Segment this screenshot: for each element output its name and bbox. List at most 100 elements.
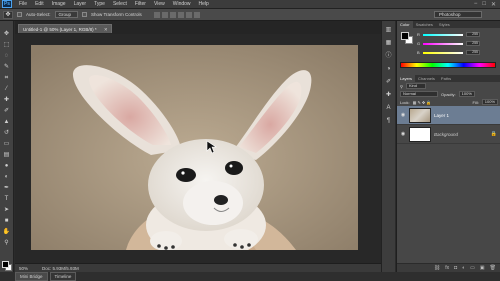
visibility-eye-icon[interactable]: ◉ bbox=[400, 112, 406, 118]
red-slider[interactable] bbox=[423, 33, 463, 36]
align-left-icon[interactable] bbox=[177, 11, 184, 18]
menu-view[interactable]: View bbox=[150, 1, 169, 7]
foreground-color-swatch[interactable] bbox=[2, 261, 9, 268]
layer-name[interactable]: Background bbox=[434, 132, 458, 137]
pen-icon[interactable]: ✒ bbox=[3, 185, 11, 192]
show-transform-checkbox[interactable] bbox=[82, 12, 88, 17]
tab-mini-bridge[interactable]: Mini Bridge bbox=[15, 272, 48, 281]
fill-label: Fill: bbox=[472, 99, 479, 105]
add-style-icon[interactable]: fx bbox=[445, 265, 449, 271]
color-panel-foreground-swatch[interactable] bbox=[401, 32, 409, 40]
menu-image[interactable]: Image bbox=[48, 1, 70, 7]
brush-panel-icon[interactable]: ✐ bbox=[385, 79, 393, 86]
marquee-icon[interactable]: ⬚ bbox=[3, 42, 11, 49]
align-center-icon[interactable] bbox=[185, 11, 192, 18]
character-panel-icon[interactable]: A bbox=[385, 105, 393, 112]
tab-paths[interactable]: Paths bbox=[438, 75, 454, 82]
layer-name[interactable]: Layer 1 bbox=[434, 113, 449, 118]
path-select-icon[interactable]: ➤ bbox=[3, 207, 11, 214]
layer-filter-kind[interactable]: Kind bbox=[405, 83, 426, 89]
opacity-label: Opacity: bbox=[441, 91, 456, 97]
blur-icon[interactable]: ● bbox=[3, 163, 11, 170]
menu-bar: Ps File Edit Image Layer Type Select Fil… bbox=[0, 0, 500, 9]
menu-layer[interactable]: Layer bbox=[70, 1, 91, 7]
document-size[interactable]: Doc: 5.93M/5.93M bbox=[42, 266, 79, 271]
adjustments-panel-icon[interactable]: ◑ bbox=[385, 66, 393, 73]
eyedropper-icon[interactable]: ⁄ bbox=[3, 86, 11, 93]
eraser-icon[interactable]: ▭ bbox=[3, 141, 11, 148]
auto-select-dropdown[interactable]: Group bbox=[54, 11, 79, 18]
auto-select-checkbox[interactable] bbox=[17, 12, 22, 17]
lock-icons[interactable]: ▦ ✎ ✥ 🔒 bbox=[413, 100, 432, 105]
tab-color[interactable]: Color bbox=[397, 21, 413, 28]
workspace-switcher[interactable]: Photoshop bbox=[434, 11, 482, 18]
quick-select-icon[interactable]: ✎ bbox=[3, 64, 11, 71]
lasso-icon[interactable]: ◌ bbox=[3, 53, 11, 60]
shape-icon[interactable]: ■ bbox=[3, 218, 11, 225]
new-group-icon[interactable]: ▭ bbox=[470, 265, 475, 271]
blue-slider[interactable] bbox=[423, 51, 463, 54]
dodge-icon[interactable]: ◐ bbox=[3, 174, 11, 181]
clone-stamp-icon[interactable]: ▲ bbox=[3, 119, 11, 126]
zoom-icon[interactable]: ⚲ bbox=[3, 240, 11, 247]
green-slider[interactable] bbox=[423, 42, 463, 45]
menu-window[interactable]: Window bbox=[169, 1, 195, 7]
zoom-level[interactable]: 50% bbox=[19, 266, 28, 271]
hand-icon[interactable]: ✋ bbox=[3, 229, 11, 236]
info-panel-icon[interactable]: ⓘ bbox=[385, 53, 393, 60]
history-brush-icon[interactable]: ↺ bbox=[3, 130, 11, 137]
maximize-icon[interactable]: □ bbox=[482, 1, 486, 8]
paragraph-panel-icon[interactable]: ¶ bbox=[385, 118, 393, 125]
green-channel-label: G bbox=[417, 41, 421, 46]
layer-row-background[interactable]: ◉ Background 🔒 bbox=[397, 125, 500, 144]
history-panel-icon[interactable]: ▥ bbox=[385, 27, 393, 34]
photoshop-logo: Ps bbox=[2, 0, 12, 8]
red-value[interactable]: 255 bbox=[466, 32, 480, 37]
adjustment-layer-icon[interactable]: ◐ bbox=[462, 265, 465, 271]
move-icon[interactable]: ✥ bbox=[3, 31, 11, 38]
properties-panel-icon[interactable]: ▦ bbox=[385, 40, 393, 47]
menu-select[interactable]: Select bbox=[109, 1, 131, 7]
gradient-icon[interactable]: ▤ bbox=[3, 152, 11, 159]
red-channel-label: R bbox=[417, 32, 420, 37]
link-layers-icon[interactable]: ⛓ bbox=[434, 265, 440, 271]
blend-mode-select[interactable]: Normal bbox=[400, 91, 438, 97]
visibility-eye-icon[interactable]: ◉ bbox=[400, 131, 406, 137]
add-mask-icon[interactable]: ◘ bbox=[454, 265, 457, 271]
blue-value[interactable]: 255 bbox=[466, 50, 480, 55]
menu-filter[interactable]: Filter bbox=[131, 1, 150, 7]
tab-styles[interactable]: Styles bbox=[436, 21, 453, 28]
color-spectrum-bar[interactable] bbox=[400, 62, 496, 68]
new-layer-icon[interactable]: ▣ bbox=[480, 265, 485, 271]
tab-channels[interactable]: Channels bbox=[415, 75, 438, 82]
green-value[interactable]: 255 bbox=[466, 41, 480, 46]
menu-edit[interactable]: Edit bbox=[31, 1, 48, 7]
close-icon[interactable]: ✕ bbox=[491, 1, 496, 8]
align-top-icon[interactable] bbox=[153, 11, 160, 18]
brush-icon[interactable]: ✐ bbox=[3, 108, 11, 115]
menu-help[interactable]: Help bbox=[195, 1, 213, 7]
tab-timeline[interactable]: Timeline bbox=[49, 272, 77, 281]
crop-icon[interactable]: ⌗ bbox=[3, 75, 11, 82]
minimize-icon[interactable]: − bbox=[474, 1, 478, 8]
tab-swatches[interactable]: Swatches bbox=[413, 21, 436, 28]
tools-panel: ✥ ⬚ ◌ ✎ ⌗ ⁄ ✚ ✐ ▲ ↺ ▭ ▤ ● ◐ ✒ T ➤ ■ ✋ ⚲ bbox=[0, 21, 14, 272]
menu-type[interactable]: Type bbox=[90, 1, 109, 7]
move-tool-icon[interactable]: ✥ bbox=[3, 10, 13, 19]
align-bottom-icon[interactable] bbox=[169, 11, 176, 18]
align-middle-icon[interactable] bbox=[161, 11, 168, 18]
menu-file[interactable]: File bbox=[15, 1, 31, 7]
opacity-input[interactable]: 100% bbox=[458, 91, 475, 97]
close-document-icon[interactable]: ✕ bbox=[104, 25, 108, 34]
fill-input[interactable]: 100% bbox=[481, 99, 498, 105]
clone-source-panel-icon[interactable]: ✚ bbox=[385, 92, 393, 99]
layer-row-layer-1[interactable]: ◉ Layer 1 bbox=[397, 106, 500, 125]
tab-layers[interactable]: Layers bbox=[397, 75, 416, 82]
document-tab[interactable]: Untitled-1 @ 50% (Layer 1, RGB/8) * ✕ bbox=[18, 24, 112, 33]
filter-search-icon: ⚲ bbox=[400, 83, 403, 89]
align-right-icon[interactable] bbox=[193, 11, 200, 18]
healing-brush-icon[interactable]: ✚ bbox=[3, 97, 11, 104]
type-icon[interactable]: T bbox=[3, 196, 11, 203]
canvas-image[interactable] bbox=[31, 45, 358, 250]
delete-layer-icon[interactable]: 🗑 bbox=[490, 265, 496, 271]
